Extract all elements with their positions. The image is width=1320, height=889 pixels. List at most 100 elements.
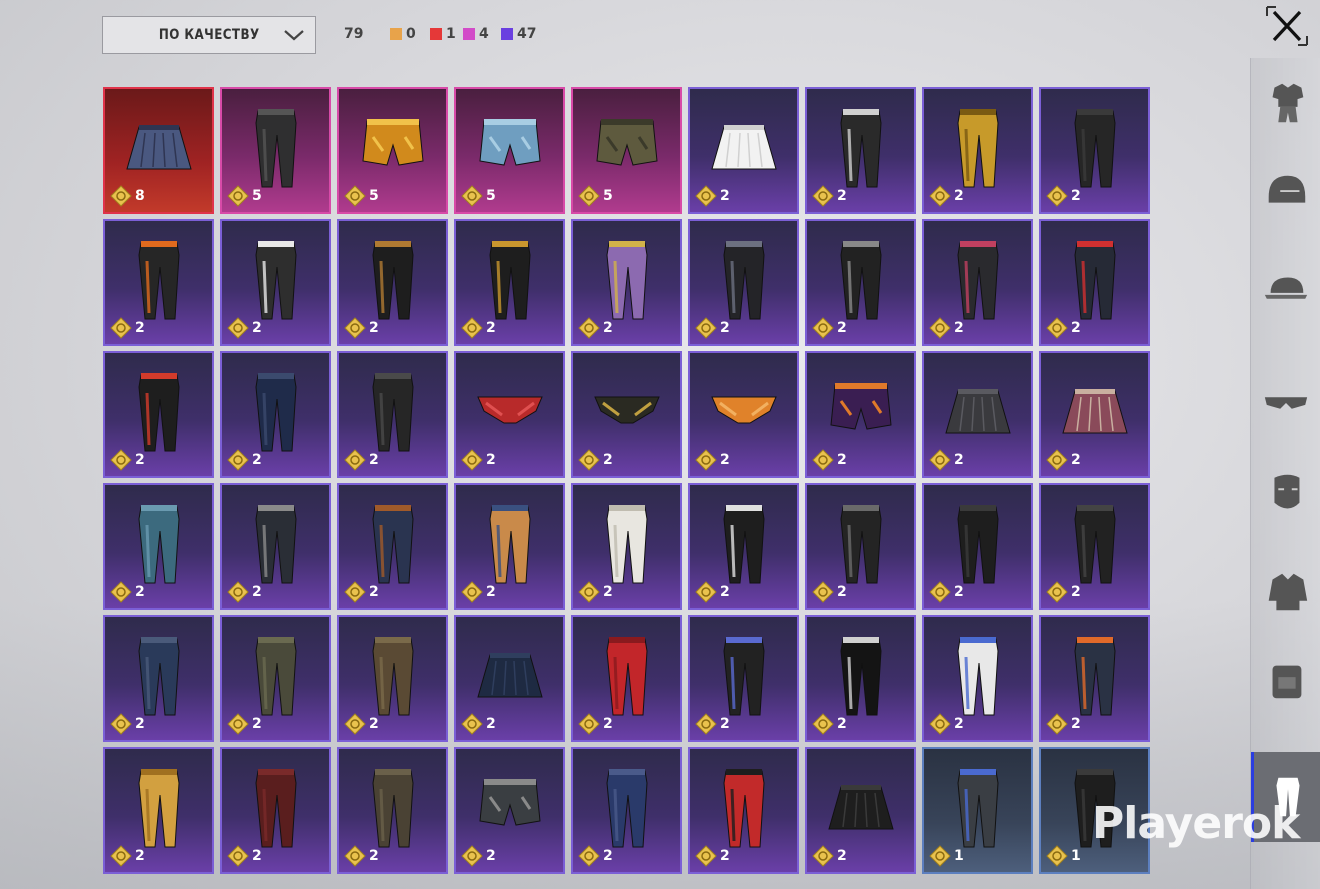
item-card[interactable]: 2: [922, 615, 1033, 742]
sidebar-tab-glasses[interactable]: [1251, 358, 1320, 448]
item-card[interactable]: 2: [1039, 87, 1150, 214]
coin-icon: [929, 449, 951, 471]
coin-icon: [461, 713, 483, 735]
coin-icon: [578, 581, 600, 603]
coin-icon: [344, 845, 366, 867]
item-count: 2: [135, 848, 145, 864]
item-card[interactable]: 2: [805, 351, 916, 478]
item-card[interactable]: 2: [688, 351, 799, 478]
item-card[interactable]: 2: [805, 483, 916, 610]
item-card[interactable]: 5: [571, 87, 682, 214]
item-card[interactable]: 2: [805, 615, 916, 742]
item-card[interactable]: 2: [337, 615, 448, 742]
sidebar-tab-helmet[interactable]: [1251, 148, 1320, 238]
item-count: 2: [837, 584, 847, 600]
close-icon[interactable]: [1264, 4, 1310, 48]
coin-icon: [578, 449, 600, 471]
coin-icon: [110, 581, 132, 603]
item-count-badge: 2: [812, 317, 847, 339]
item-card[interactable]: 2: [220, 747, 331, 874]
coin-icon: [695, 185, 717, 207]
item-card[interactable]: 2: [922, 87, 1033, 214]
item-card[interactable]: 2: [454, 615, 565, 742]
item-grid: 8 5 5 5 5 2 2 2 2 2 2 2 2 2 2 2 2 2 2 2 …: [103, 87, 1150, 874]
sort-dropdown-label: ПО КАЧЕСТВУ: [158, 27, 260, 43]
item-card[interactable]: 2: [688, 87, 799, 214]
item-card[interactable]: 2: [454, 483, 565, 610]
item-count-badge: 5: [227, 185, 262, 207]
item-card[interactable]: 2: [337, 219, 448, 346]
item-count-badge: 2: [578, 581, 613, 603]
item-card[interactable]: 2: [220, 219, 331, 346]
item-card[interactable]: 2: [688, 747, 799, 874]
item-card[interactable]: 2: [103, 615, 214, 742]
coin-icon: [1046, 317, 1068, 339]
item-card[interactable]: 2: [571, 747, 682, 874]
item-card[interactable]: 2: [1039, 615, 1150, 742]
item-count-badge: 2: [929, 449, 964, 471]
item-card[interactable]: 2: [103, 351, 214, 478]
item-card[interactable]: 2: [220, 483, 331, 610]
item-count: 2: [252, 584, 262, 600]
coin-icon: [461, 845, 483, 867]
item-count-badge: 2: [695, 185, 730, 207]
sidebar-tab-jacket[interactable]: [1251, 548, 1320, 638]
item-card[interactable]: 8: [103, 87, 214, 214]
item-card[interactable]: 2: [454, 351, 565, 478]
item-card[interactable]: 2: [103, 747, 214, 874]
item-count-badge: 2: [110, 581, 145, 603]
item-card[interactable]: 2: [922, 483, 1033, 610]
item-count-badge: 2: [695, 317, 730, 339]
coin-icon: [812, 317, 834, 339]
item-count-badge: 2: [812, 713, 847, 735]
coin-icon: [695, 317, 717, 339]
item-card[interactable]: 2: [571, 219, 682, 346]
item-card[interactable]: 2: [688, 483, 799, 610]
item-card[interactable]: 5: [337, 87, 448, 214]
item-card[interactable]: 2: [337, 351, 448, 478]
item-card[interactable]: 2: [103, 483, 214, 610]
item-card[interactable]: 2: [454, 219, 565, 346]
item-card[interactable]: 2: [688, 615, 799, 742]
sidebar-tab-cap[interactable]: [1251, 246, 1320, 336]
item-card[interactable]: 5: [220, 87, 331, 214]
item-card[interactable]: 2: [1039, 351, 1150, 478]
item-card[interactable]: 2: [922, 351, 1033, 478]
item-card[interactable]: 2: [571, 351, 682, 478]
item-count-badge: 2: [695, 581, 730, 603]
item-card[interactable]: 2: [571, 483, 682, 610]
sort-dropdown[interactable]: ПО КАЧЕСТВУ: [102, 16, 316, 54]
item-card[interactable]: 2: [337, 747, 448, 874]
coin-icon: [227, 185, 249, 207]
item-card[interactable]: 1: [922, 747, 1033, 874]
item-card[interactable]: 5: [454, 87, 565, 214]
coin-icon: [695, 449, 717, 471]
item-card[interactable]: 2: [454, 747, 565, 874]
item-card[interactable]: 2: [571, 615, 682, 742]
sidebar-tab-backpack[interactable]: [1251, 636, 1320, 726]
sidebar-tab-mask[interactable]: [1251, 450, 1320, 540]
coin-icon: [578, 317, 600, 339]
item-count: 2: [1071, 716, 1081, 732]
item-card[interactable]: 2: [922, 219, 1033, 346]
item-card[interactable]: 2: [220, 615, 331, 742]
item-card[interactable]: 2: [337, 483, 448, 610]
item-count: 2: [954, 716, 964, 732]
sidebar-tab-outfit[interactable]: [1251, 58, 1320, 148]
item-card[interactable]: 2: [220, 351, 331, 478]
item-count-badge: 2: [110, 845, 145, 867]
item-card[interactable]: 2: [688, 219, 799, 346]
item-card[interactable]: 2: [1039, 219, 1150, 346]
coin-icon: [578, 845, 600, 867]
item-count: 2: [720, 848, 730, 864]
item-card[interactable]: 2: [805, 87, 916, 214]
item-card[interactable]: 2: [805, 219, 916, 346]
item-card[interactable]: 2: [103, 219, 214, 346]
item-card[interactable]: 2: [1039, 483, 1150, 610]
item-count: 2: [954, 320, 964, 336]
item-count-badge: 2: [812, 185, 847, 207]
item-count-badge: 2: [812, 449, 847, 471]
rarity-epic-swatch: [463, 28, 475, 40]
total-count: 79: [344, 26, 364, 42]
item-card[interactable]: 2: [805, 747, 916, 874]
